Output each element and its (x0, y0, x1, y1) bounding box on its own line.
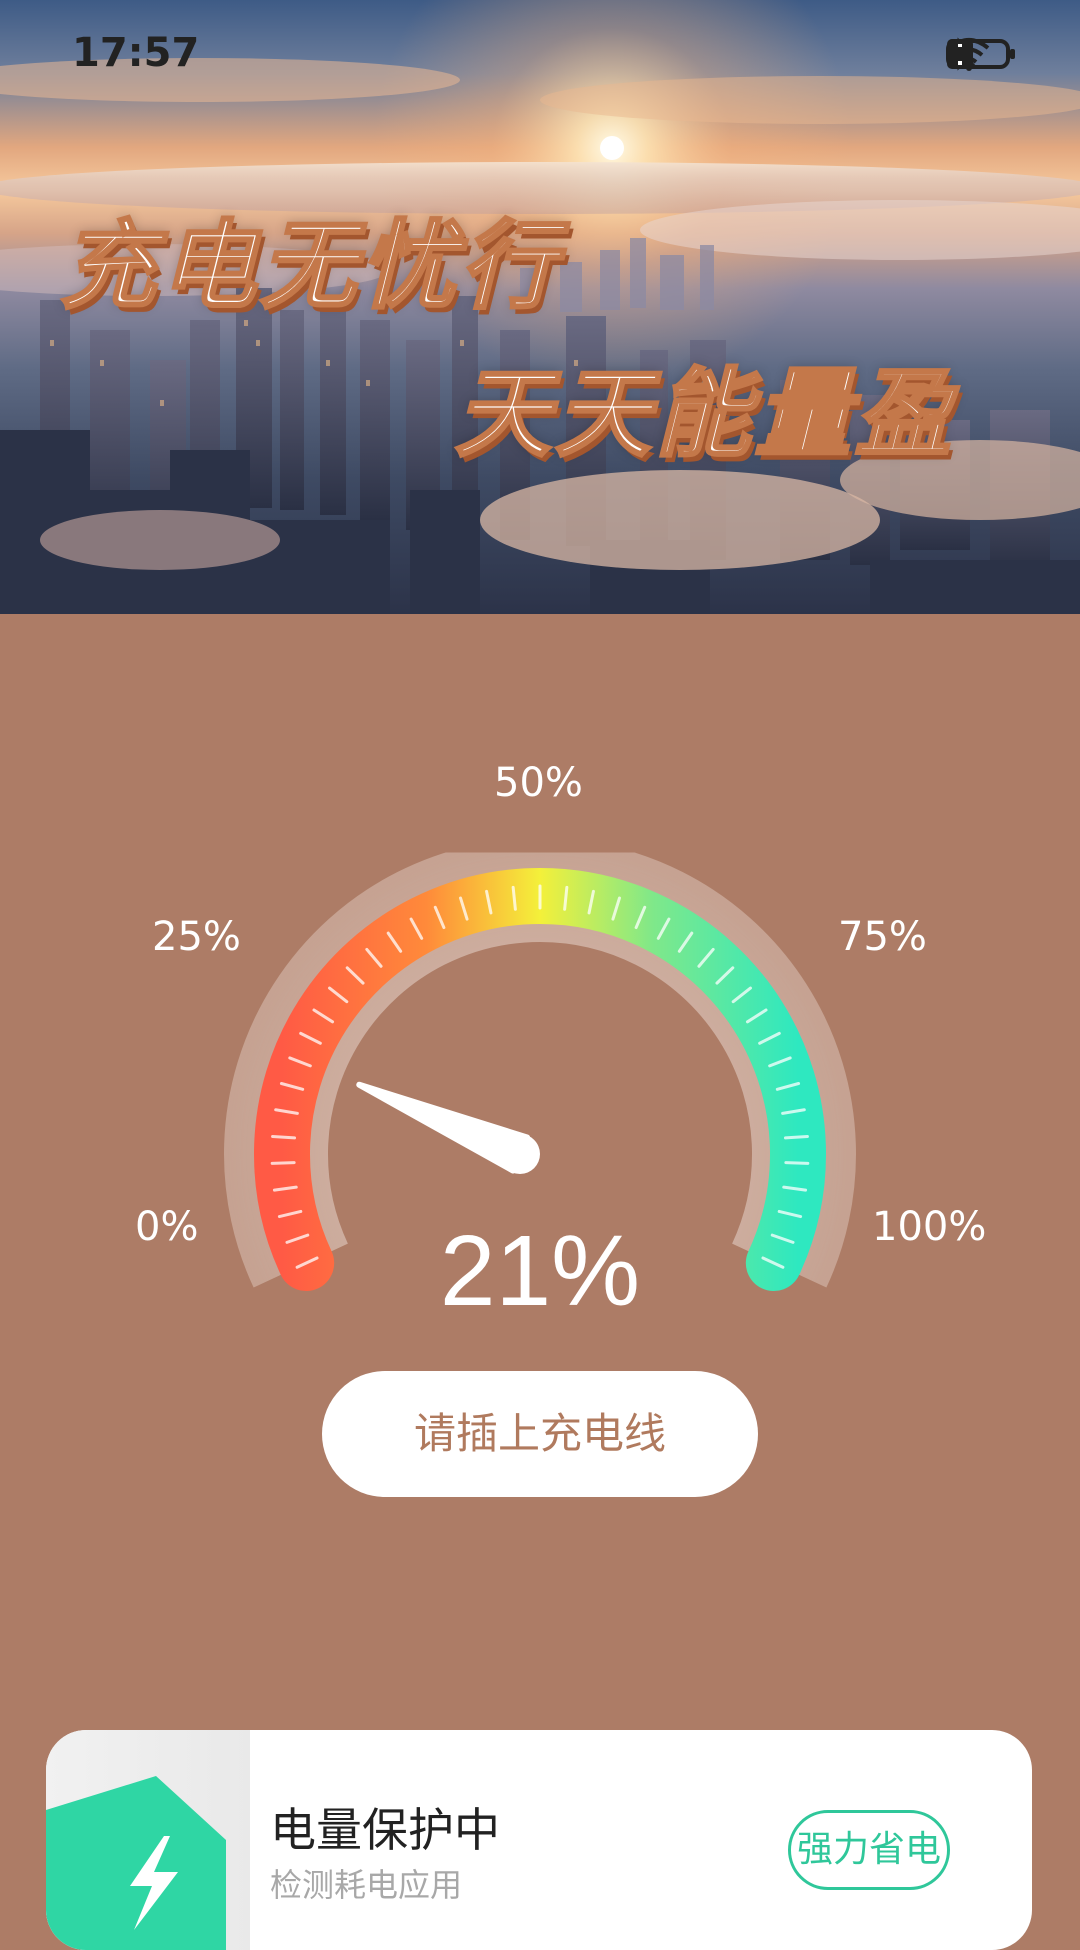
power-protection-card[interactable]: 电量保护中 检测耗电应用 强力省电 (46, 1730, 1032, 1950)
hero-banner: 充电无忧行 天天能量盈 17:57 (0, 0, 1080, 614)
card-title: 电量保护中 (270, 1803, 500, 1857)
shield-bolt-icon (46, 1776, 226, 1950)
status-bar: 17:57 (0, 0, 1080, 110)
card-subtitle: 检测耗电应用 (270, 1866, 463, 1904)
gauge-tick (783, 1134, 809, 1140)
gauge-tick (270, 1161, 296, 1165)
gauge-needle (356, 1081, 540, 1174)
hero-slogan-line1: 充电无忧行 (59, 209, 560, 324)
gauge-label-75: 75% (838, 914, 927, 960)
gauge-tick (784, 1161, 810, 1165)
status-icons (946, 36, 1015, 76)
gauge-label-50: 50% (494, 760, 583, 806)
power-save-button[interactable]: 强力省电 (788, 1810, 950, 1890)
battery-percent: 21% (439, 1215, 641, 1327)
battery-gauge: 0% 25% 50% 75% 100% 21% 请插上充电线 (0, 614, 1080, 1514)
hero-slogan-line2: 天天能量盈 (454, 357, 955, 472)
card-icon-area (46, 1730, 250, 1950)
needle-hub (500, 1134, 540, 1174)
plug-in-charger-button[interactable]: 请插上充电线 (322, 1371, 758, 1497)
gauge-tick (271, 1134, 297, 1140)
gauge-label-25: 25% (152, 914, 241, 960)
status-time: 17:57 (72, 30, 200, 76)
